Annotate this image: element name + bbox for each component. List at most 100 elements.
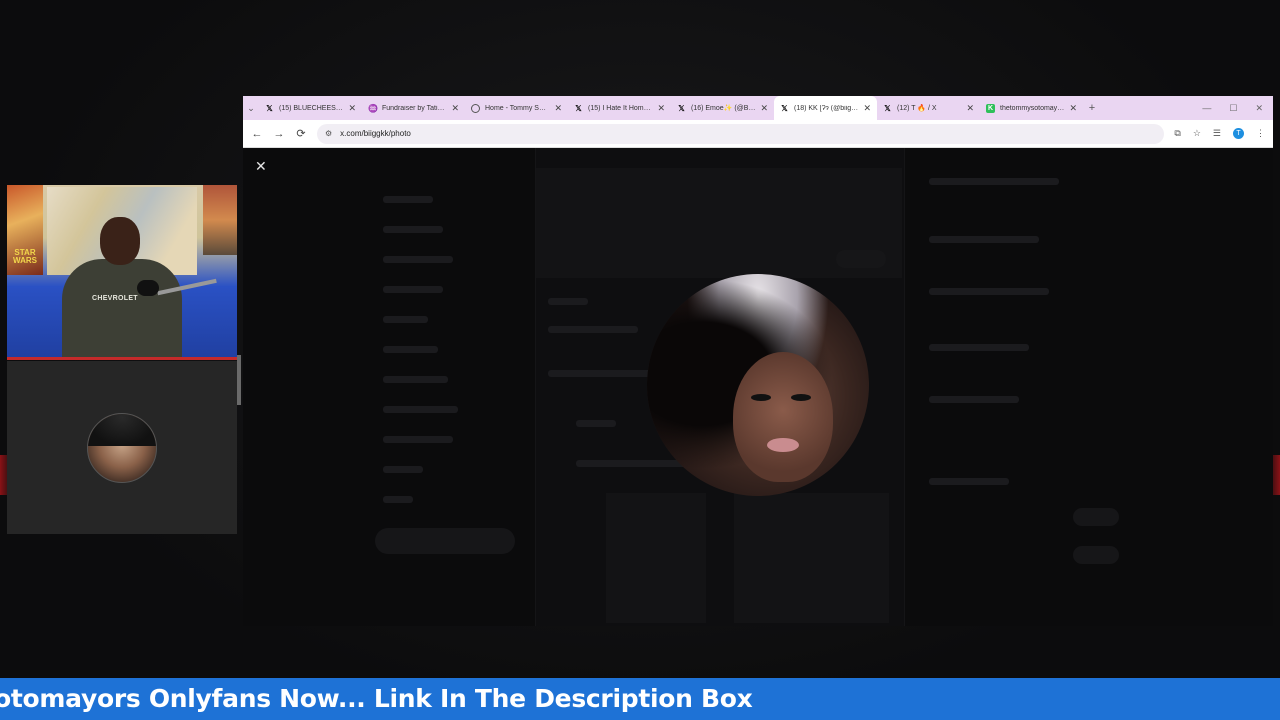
ghost-nav-item xyxy=(383,376,448,383)
photo-viewer-overlay: ✕ xyxy=(243,148,1273,626)
extensions-icon[interactable]: ☰ xyxy=(1213,128,1221,139)
photo-face xyxy=(733,352,833,482)
ghost-text xyxy=(548,370,658,377)
x-logo-icon: 𝕏 xyxy=(678,103,685,113)
tab-i-hate-it[interactable]: 𝕏 (15) I Hate It Home… ✕ xyxy=(568,96,671,120)
host-shirt xyxy=(62,259,182,360)
tab-t-fire[interactable]: 𝕏 (12) T 🔥 / X ✕ xyxy=(877,96,980,120)
shirt-logo-text: CHEVROLET xyxy=(92,295,138,302)
ghost-text xyxy=(929,396,1019,403)
new-tab-button[interactable]: + xyxy=(1083,102,1101,114)
forward-arrow-icon[interactable]: → xyxy=(273,128,285,140)
panel-scrollbar[interactable] xyxy=(237,355,241,405)
tab-close-icon[interactable]: ✕ xyxy=(451,103,459,114)
profile-photo-enlarged xyxy=(647,274,869,496)
photo-eye xyxy=(791,394,811,401)
tab-title: (15) BLUECHEESE M… xyxy=(279,104,343,112)
tab-home-tommy[interactable]: Home - Tommy Sot… ✕ xyxy=(465,96,568,120)
webcam-bottom-edge xyxy=(7,357,237,360)
tab-title: (12) T 🔥 / X xyxy=(897,105,937,112)
x-logo-icon: 𝕏 xyxy=(884,103,891,113)
profile-avatar[interactable]: T xyxy=(1233,128,1244,139)
ghost-text xyxy=(929,344,1029,351)
kick-icon: K xyxy=(986,103,995,113)
tab-thetommysotomayor[interactable]: K thetommysotomayor… ✕ xyxy=(980,96,1083,120)
menu-kebab-icon[interactable]: ⋮ xyxy=(1256,128,1265,139)
star-wars-poster: STAR WARS xyxy=(7,185,43,275)
ghost-follow-button xyxy=(1073,508,1119,526)
tab-title: (18) KK [Ɂɂ (@biigk… xyxy=(794,104,859,112)
site-info-icon[interactable]: ⚙ xyxy=(325,129,332,138)
tab-title: Home - Tommy Sot… xyxy=(485,104,550,112)
tab-title: thetommysotomayor… xyxy=(1000,104,1065,112)
ghost-text xyxy=(929,178,1059,185)
tab-close-icon[interactable]: ✕ xyxy=(760,103,768,114)
window-close-icon[interactable]: ✕ xyxy=(1255,103,1263,114)
ghost-text xyxy=(929,478,1009,485)
ghost-nav-item xyxy=(383,466,423,473)
address-bar[interactable]: ⚙ x.com/biiggkk/photo xyxy=(317,123,1165,144)
photo-eye xyxy=(751,394,771,401)
right-poster xyxy=(203,185,237,255)
address-url: x.com/biiggkk/photo xyxy=(340,129,411,138)
ghost-follow-button xyxy=(836,250,886,268)
ghost-media xyxy=(606,493,706,623)
browser-window: ⌄ 𝕏 (15) BLUECHEESE M… ✕ ♒ Fundraiser by… xyxy=(243,96,1273,626)
tab-bluecheese[interactable]: 𝕏 (15) BLUECHEESE M… ✕ xyxy=(259,96,362,120)
tab-close-icon[interactable]: ✕ xyxy=(554,103,562,114)
cast-icon[interactable]: ⧉ xyxy=(1174,128,1180,139)
minimize-icon[interactable]: — xyxy=(1202,103,1211,114)
x-logo-icon: 𝕏 xyxy=(266,103,273,113)
ghost-nav-item xyxy=(383,436,453,443)
browser-toolbar: ← → ⟳ ⚙ x.com/biiggkk/photo ⧉ ☆ ☰ T ⋮ xyxy=(243,120,1273,148)
toolbar-actions: ⧉ ☆ ☰ T ⋮ xyxy=(1174,128,1265,139)
close-photo-icon[interactable]: ✕ xyxy=(255,158,267,175)
tab-close-icon[interactable]: ✕ xyxy=(863,103,871,114)
maximize-icon[interactable]: ☐ xyxy=(1229,103,1237,114)
microphone xyxy=(137,280,159,296)
ghost-post-button xyxy=(375,528,515,554)
photo-lips xyxy=(767,438,799,452)
ghost-nav-item xyxy=(383,496,413,503)
ghost-nav-item xyxy=(383,196,433,203)
ghost-nav-item xyxy=(383,226,443,233)
poster-text: STAR WARS xyxy=(13,248,37,265)
ghost-text xyxy=(548,326,638,333)
ghost-text xyxy=(576,420,616,427)
ghost-text xyxy=(929,288,1049,295)
reload-icon[interactable]: ⟳ xyxy=(295,127,307,140)
tab-close-icon[interactable]: ✕ xyxy=(1069,103,1077,114)
host-person: CHEVROLET xyxy=(62,217,182,360)
ghost-nav-item xyxy=(383,286,443,293)
ghost-nav-item xyxy=(383,406,458,413)
ghost-nav-item xyxy=(383,316,428,323)
ghost-follow-button xyxy=(1073,546,1119,564)
host-head xyxy=(100,217,140,265)
tab-close-icon[interactable]: ✕ xyxy=(966,103,974,114)
dimmed-nav-sidebar xyxy=(363,148,533,626)
back-arrow-icon[interactable]: ← xyxy=(251,128,263,140)
dimmed-trends-column xyxy=(905,148,1145,626)
fundraiser-icon: ♒ xyxy=(368,103,378,113)
tab-fundraiser[interactable]: ♒ Fundraiser by Tatian… ✕ xyxy=(362,96,465,120)
guest-avatar xyxy=(87,413,157,483)
tab-title: (16) Emoe✨ (@Bri… xyxy=(691,105,756,112)
tab-search-dropdown[interactable]: ⌄ xyxy=(243,103,259,114)
tab-strip: ⌄ 𝕏 (15) BLUECHEESE M… ✕ ♒ Fundraiser by… xyxy=(243,96,1273,120)
guest-call-panel xyxy=(7,361,237,534)
ghost-nav-item xyxy=(383,346,438,353)
tab-title: Fundraiser by Tatian… xyxy=(382,104,447,112)
globe-icon xyxy=(471,103,480,113)
host-webcam-feed: STAR WARS CHEVROLET xyxy=(7,185,237,360)
tab-close-icon[interactable]: ✕ xyxy=(657,103,665,114)
scrolling-ticker: otomayors Onlyfans Now... Link In The De… xyxy=(0,678,1280,720)
bookmark-star-icon[interactable]: ☆ xyxy=(1193,128,1201,139)
x-logo-icon: 𝕏 xyxy=(575,103,582,113)
tab-title: (15) I Hate It Home… xyxy=(588,104,653,112)
ghost-text xyxy=(548,298,588,305)
ghost-nav-item xyxy=(383,256,453,263)
tab-emoe[interactable]: 𝕏 (16) Emoe✨ (@Bri… ✕ xyxy=(671,96,774,120)
tab-kk-active[interactable]: 𝕏 (18) KK [Ɂɂ (@biigk… ✕ xyxy=(774,96,877,120)
x-logo-icon: 𝕏 xyxy=(781,103,788,113)
tab-close-icon[interactable]: ✕ xyxy=(348,103,356,114)
